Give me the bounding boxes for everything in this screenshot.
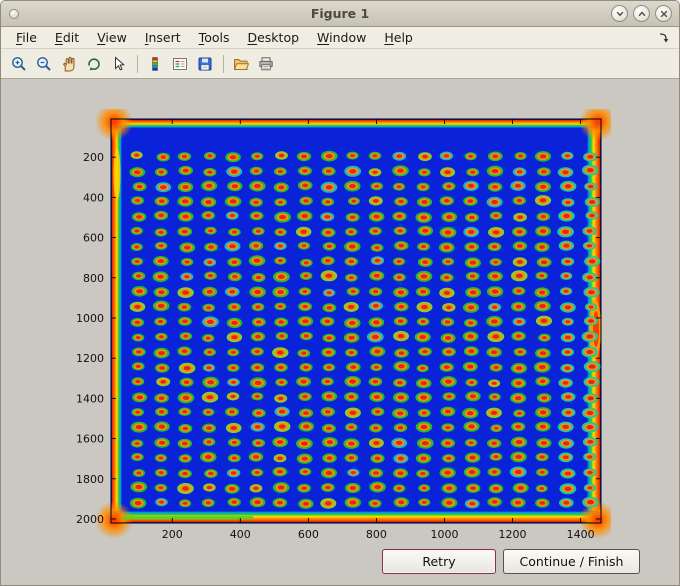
- maximize-button[interactable]: [633, 5, 650, 22]
- data-cursor-button[interactable]: [107, 52, 131, 76]
- window-controls: [611, 5, 672, 22]
- close-icon: [660, 10, 667, 17]
- zoom-out-button[interactable]: [32, 52, 56, 76]
- data-cursor-icon: [110, 55, 128, 73]
- menu-item-edit[interactable]: Edit: [46, 27, 88, 49]
- save-icon: [196, 55, 214, 73]
- insert-legend-icon: [171, 55, 189, 73]
- figure-window: Figure 1 File Edit View Insert Tools Desktop W…: [0, 0, 680, 586]
- toolbar-separator: [137, 54, 138, 73]
- colorbar-icon: [146, 55, 164, 73]
- open-folder-button[interactable]: [229, 52, 253, 76]
- toolbar: [1, 49, 679, 79]
- colorbar-button[interactable]: [143, 52, 167, 76]
- svg-text:800: 800: [366, 528, 387, 541]
- svg-text:800: 800: [83, 272, 104, 285]
- menu-item-tools[interactable]: Tools: [190, 27, 239, 49]
- menu-item-window[interactable]: Window: [308, 27, 375, 49]
- svg-text:400: 400: [83, 191, 104, 204]
- shade-button[interactable]: [611, 5, 628, 22]
- menu-item-file[interactable]: File: [7, 27, 46, 49]
- figure-axes[interactable]: 200 400 600 800 1000 1200 1400 200 400 600 800 1000…: [63, 109, 611, 545]
- zoom-in-icon: [10, 55, 28, 73]
- svg-text:400: 400: [230, 528, 251, 541]
- pan-icon: [60, 55, 78, 73]
- insert-legend-button[interactable]: [168, 52, 192, 76]
- menu-item-insert[interactable]: Insert: [136, 27, 190, 49]
- menu-item-view[interactable]: View: [88, 27, 136, 49]
- svg-text:600: 600: [298, 528, 319, 541]
- svg-text:1000: 1000: [76, 312, 104, 325]
- svg-text:200: 200: [162, 528, 183, 541]
- svg-text:1200: 1200: [76, 352, 104, 365]
- svg-text:1200: 1200: [499, 528, 527, 541]
- save-button[interactable]: [193, 52, 217, 76]
- window-title: Figure 1: [310, 6, 370, 21]
- svg-text:200: 200: [83, 151, 104, 164]
- print-icon: [257, 55, 275, 73]
- svg-text:1400: 1400: [76, 392, 104, 405]
- svg-text:1000: 1000: [430, 528, 458, 541]
- toolbar-separator: [223, 54, 224, 73]
- svg-text:2000: 2000: [76, 513, 104, 526]
- rotate-3d-icon: [85, 55, 103, 73]
- svg-text:1400: 1400: [567, 528, 595, 541]
- titlebar[interactable]: Figure 1: [1, 1, 679, 27]
- zoom-in-button[interactable]: [7, 52, 31, 76]
- menu-bar: File Edit View Insert Tools Desktop Window Help: [1, 27, 679, 49]
- chevron-down-icon: [616, 11, 623, 16]
- chevron-up-icon: [638, 10, 645, 16]
- dock-figure-icon[interactable]: [657, 31, 671, 45]
- figure-canvas: 200 400 600 800 1000 1200 1400 200 400 600 800 1000…: [1, 79, 679, 541]
- svg-text:1800: 1800: [76, 473, 104, 486]
- menu-item-desktop[interactable]: Desktop: [238, 27, 308, 49]
- continue-finish-button[interactable]: Continue / Finish: [503, 549, 640, 574]
- rotate-3d-button[interactable]: [82, 52, 106, 76]
- print-button[interactable]: [254, 52, 278, 76]
- dialog-button-bar: Retry Continue / Finish: [1, 541, 679, 585]
- zoom-out-icon: [35, 55, 53, 73]
- retry-button[interactable]: Retry: [382, 549, 496, 574]
- open-folder-icon: [232, 55, 250, 73]
- close-button[interactable]: [655, 5, 672, 22]
- svg-text:1600: 1600: [76, 433, 104, 446]
- svg-text:600: 600: [83, 232, 104, 245]
- menu-item-help[interactable]: Help: [375, 27, 422, 49]
- pan-button[interactable]: [57, 52, 81, 76]
- window-menu-icon[interactable]: [9, 8, 19, 19]
